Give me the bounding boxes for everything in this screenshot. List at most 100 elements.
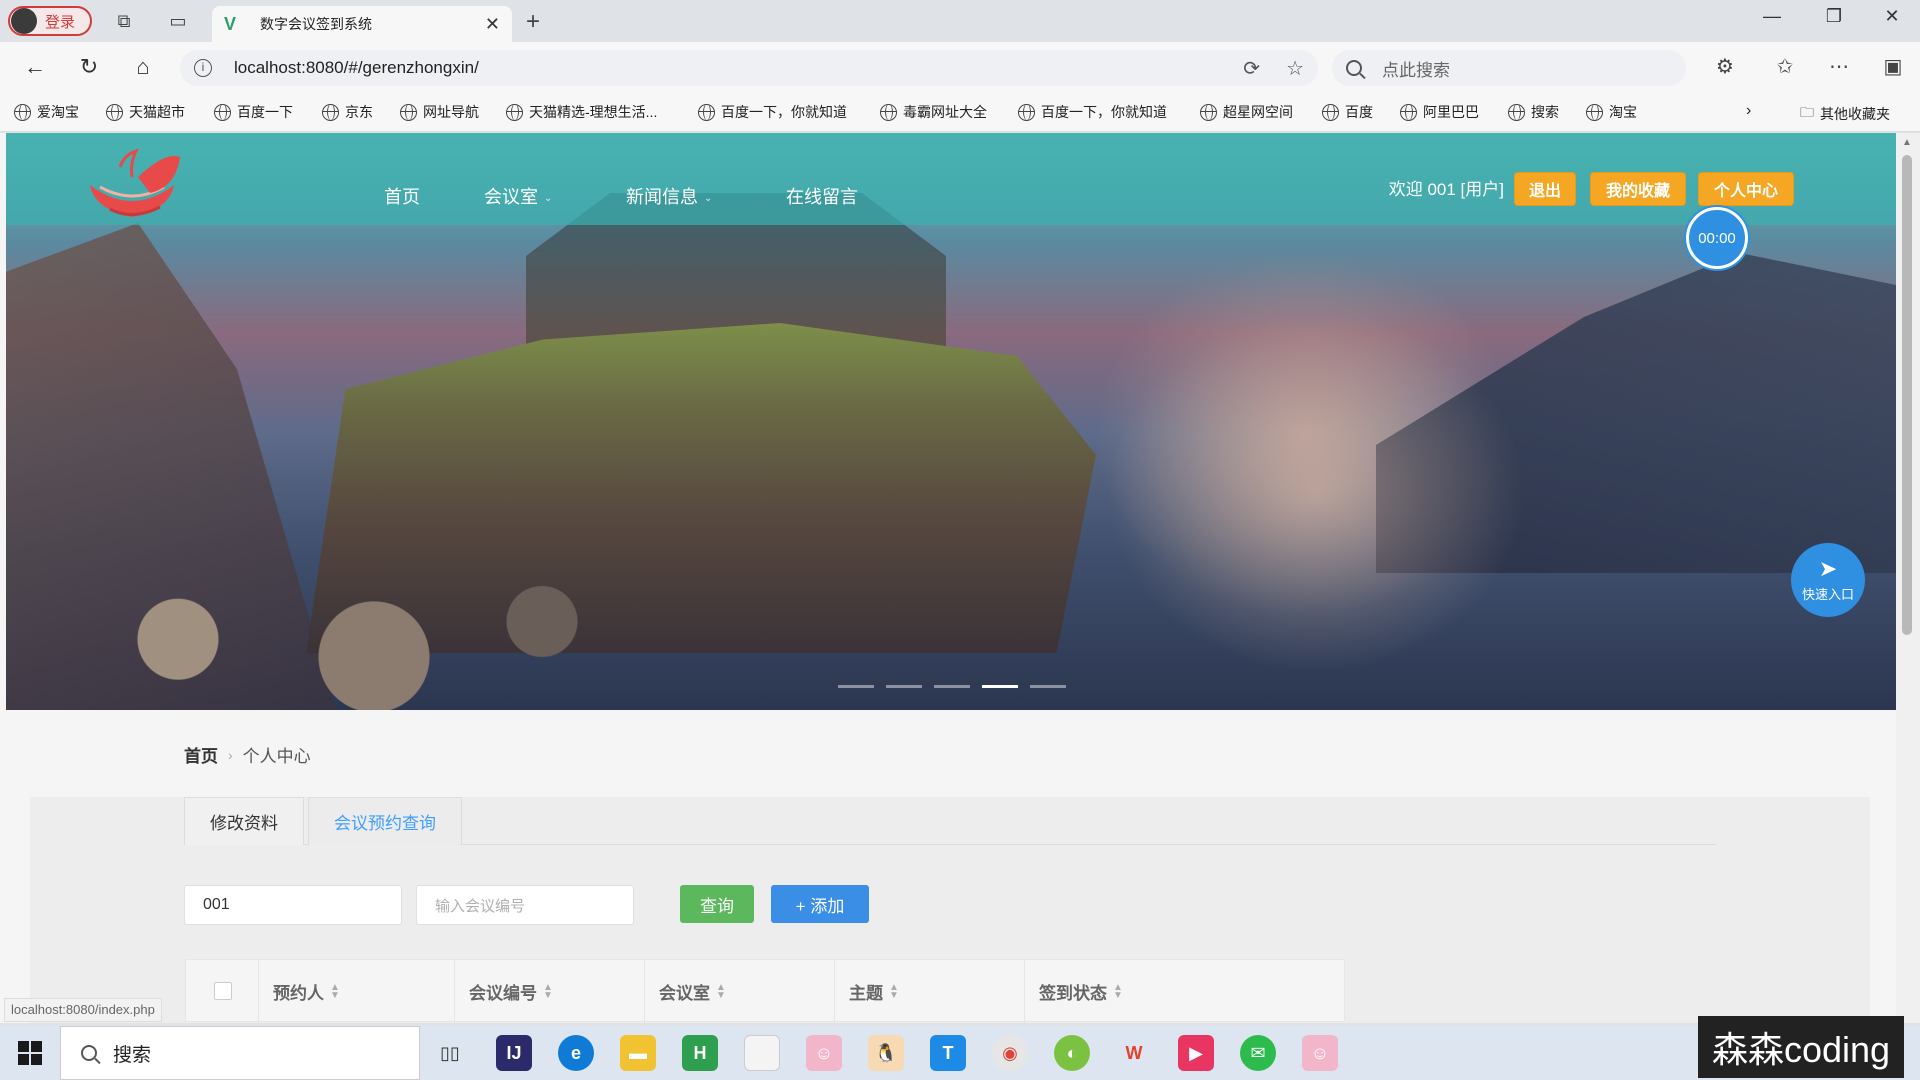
reload-icon[interactable]: ↻ — [74, 52, 104, 82]
notepad-icon[interactable] — [744, 1035, 780, 1071]
extensions-icon[interactable]: ⚙ — [1710, 54, 1740, 79]
file-explorer-icon[interactable]: ▬ — [620, 1035, 656, 1071]
bookmark-item[interactable]: 天猫精选-理想生活... — [506, 102, 657, 122]
workspaces-icon[interactable]: ⧉ — [110, 8, 138, 34]
bookmark-item[interactable]: 搜索 — [1508, 102, 1559, 122]
select-all-checkbox[interactable] — [214, 982, 232, 1000]
task-view-icon[interactable]: ▯▯ — [432, 1035, 468, 1071]
tab-actions-icon[interactable]: ▭ — [164, 8, 192, 34]
quick-entry-label: 快速入口 — [1801, 586, 1854, 602]
hero-carousel[interactable]: 首页 会议室 ⌄ 新闻信息 ⌄ 在线留言 欢迎 001 [用户] 退出 我的收藏 个… — [6, 133, 1896, 710]
bookmark-item[interactable]: 淘宝 — [1586, 102, 1637, 122]
bookmark-item[interactable]: 超星网空间 — [1200, 102, 1293, 122]
personal-center-button[interactable]: 个人中心 — [1698, 172, 1794, 206]
sort-icon[interactable]: ▲ ▼ — [716, 982, 726, 1000]
tab-edit-profile[interactable]: 修改资料 — [184, 797, 304, 845]
profile-button[interactable]: 登录 — [8, 6, 92, 36]
meeting-no-input[interactable]: 输入会议编号 — [416, 885, 634, 925]
scroll-up-icon[interactable]: ▲ — [1902, 137, 1912, 148]
quick-entry-button[interactable]: ➤ 快速入口 — [1791, 543, 1865, 617]
chrome-icon[interactable]: ◉ — [992, 1035, 1028, 1071]
more-icon[interactable]: ⋯ — [1824, 54, 1854, 79]
column-header-room[interactable]: 会议室 ▲ ▼ — [644, 960, 834, 1023]
carousel-dot[interactable] — [886, 685, 922, 688]
home-icon[interactable]: ⌂ — [128, 52, 158, 82]
bookmarks-overflow-icon[interactable]: › — [1746, 102, 1751, 120]
browser-tab-active[interactable]: V 数字会议签到系统 ✕ — [212, 6, 512, 42]
url-text[interactable]: localhost:8080/#/gerenzhongxin/ — [234, 58, 1217, 78]
close-window-icon[interactable]: ✕ — [1872, 6, 1912, 27]
breadcrumb-home[interactable]: 首页 — [184, 742, 218, 767]
page-scrollbar[interactable]: ▲ — [1896, 133, 1920, 1023]
other-bookmarks-folder[interactable]: 🗀 其他收藏夹 — [1800, 102, 1890, 126]
sidebar-icon[interactable]: ▣ — [1878, 54, 1908, 79]
minimize-icon[interactable]: — — [1752, 6, 1792, 27]
green-app-icon[interactable]: ◐ — [1054, 1035, 1090, 1071]
panel-tabs: 修改资料 会议预约查询 — [184, 797, 1716, 845]
hbuilder-icon[interactable]: H — [682, 1035, 718, 1071]
avatar — [11, 8, 37, 34]
folder-icon: 🗀 — [1800, 104, 1814, 120]
timer-badge[interactable]: 00:00 — [1686, 207, 1748, 269]
nav-meeting-room[interactable]: 会议室 ⌄ — [484, 183, 552, 209]
user-app-icon[interactable]: ☺ — [1302, 1035, 1338, 1071]
hero-scenery — [1106, 313, 1526, 673]
bookmark-item[interactable]: 百度一下 — [214, 102, 293, 122]
booker-input[interactable]: 001 — [184, 885, 402, 925]
browser-search-input[interactable]: 点此搜索 — [1332, 50, 1686, 86]
logout-button[interactable]: 退出 — [1514, 172, 1576, 206]
carousel-dot[interactable] — [1030, 685, 1066, 688]
wechat-icon[interactable]: ✉ — [1240, 1035, 1276, 1071]
column-header-checkin-status[interactable]: 签到状态 ▲ ▼ — [1024, 960, 1214, 1023]
intellij-icon[interactable]: IJ — [496, 1035, 532, 1071]
taskbar-search[interactable]: 搜索 — [60, 1026, 420, 1080]
qq-icon[interactable]: 🐧 — [868, 1035, 904, 1071]
bookmark-item[interactable]: 百度一下，你就知道 — [698, 102, 847, 122]
bookmark-item[interactable]: 百度一下，你就知道 — [1018, 102, 1167, 122]
bookmark-item[interactable]: 毒霸网址大全 — [880, 102, 987, 122]
bookmark-item[interactable]: 百度 — [1322, 102, 1373, 122]
column-header-topic[interactable]: 主题 ▲ ▼ — [834, 960, 1024, 1023]
new-tab-icon[interactable]: + — [526, 8, 540, 36]
bookmark-item[interactable]: 阿里巴巴 — [1400, 102, 1479, 122]
restore-icon[interactable]: ❐ — [1814, 6, 1854, 27]
column-header-booker[interactable]: 预约人 ▲ ▼ — [258, 960, 454, 1023]
browser-titlebar: 登录 ⧉ ▭ V 数字会议签到系统 ✕ + — ❐ ✕ — [0, 0, 1920, 42]
media-player-icon[interactable]: ▶ — [1178, 1035, 1214, 1071]
windows-start-icon[interactable] — [18, 1041, 42, 1065]
bookmark-item[interactable]: 网址导航 — [400, 102, 479, 122]
scrollbar-thumb[interactable] — [1902, 155, 1912, 635]
carousel-dot[interactable] — [934, 685, 970, 688]
nav-message-board[interactable]: 在线留言 — [786, 183, 858, 209]
sort-icon[interactable]: ▲ ▼ — [889, 982, 899, 1000]
qq-alt-icon[interactable]: ☺ — [806, 1035, 842, 1071]
translate-icon[interactable]: ⟳ — [1243, 56, 1260, 81]
query-button[interactable]: 查询 — [680, 885, 754, 923]
site-logo[interactable] — [80, 147, 184, 221]
sort-icon[interactable]: ▲ ▼ — [1113, 982, 1123, 1000]
address-bar[interactable]: i localhost:8080/#/gerenzhongxin/ ⟳ ☆ — [180, 50, 1318, 86]
sort-icon[interactable]: ▲ ▼ — [543, 982, 553, 1000]
add-button[interactable]: + 添加 — [771, 885, 869, 923]
sort-icon[interactable]: ▲ ▼ — [330, 982, 340, 1000]
carousel-dot[interactable] — [838, 685, 874, 688]
edge-icon[interactable]: e — [558, 1035, 594, 1071]
bookmark-item[interactable]: 天猫超市 — [106, 102, 185, 122]
bookmark-item[interactable]: 爱淘宝 — [14, 102, 79, 122]
tab-booking-query[interactable]: 会议预约查询 — [308, 797, 462, 845]
back-icon[interactable]: ← — [20, 52, 50, 82]
close-tab-icon[interactable]: ✕ — [485, 14, 500, 35]
column-header-meeting-no[interactable]: 会议编号 ▲ ▼ — [454, 960, 644, 1023]
bookmark-item[interactable]: 京东 — [322, 102, 373, 122]
my-favorites-button[interactable]: 我的收藏 — [1590, 172, 1686, 206]
nav-news[interactable]: 新闻信息 ⌄ — [626, 183, 712, 209]
nav-home[interactable]: 首页 — [384, 183, 420, 209]
dingtalk-icon[interactable]: T — [930, 1035, 966, 1071]
wps-icon[interactable]: W — [1116, 1035, 1152, 1071]
browser-search-placeholder: 点此搜索 — [1382, 60, 1450, 80]
site-info-icon[interactable]: i — [194, 59, 212, 77]
favorite-star-icon[interactable]: ☆ — [1286, 56, 1304, 81]
carousel-dot[interactable] — [982, 685, 1018, 688]
favorites-icon[interactable]: ✩ — [1770, 54, 1800, 79]
search-icon — [1346, 60, 1362, 76]
